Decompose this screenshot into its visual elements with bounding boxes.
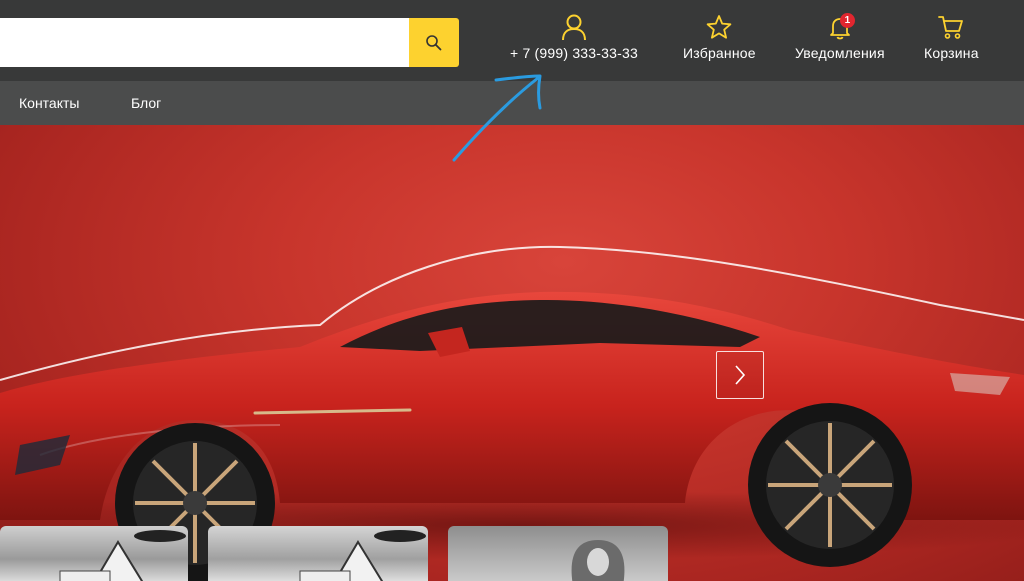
cart-icon	[936, 12, 966, 42]
search-icon	[426, 34, 442, 50]
chevron-right-icon	[735, 365, 746, 385]
notification-count-badge: 1	[839, 13, 855, 28]
header-contact[interactable]: + 7 (999) 333-33-33	[510, 12, 638, 61]
slider-next-button[interactable]	[716, 351, 764, 399]
notifications-label: Уведомления	[795, 45, 885, 61]
portrait-photo	[571, 540, 625, 581]
nav-item-contacts[interactable]: Контакты	[19, 95, 79, 111]
star-icon	[704, 12, 734, 42]
header-notifications[interactable]: 1 Уведомления	[795, 12, 885, 61]
warning-sign-photo	[299, 530, 426, 581]
main-nav: Контакты Блог	[0, 81, 1024, 125]
search-input[interactable]	[0, 18, 410, 67]
rear-wheel	[748, 403, 912, 567]
hero-banner	[0, 125, 1024, 581]
favorites-label: Избранное	[683, 45, 756, 61]
user-icon	[559, 12, 589, 42]
sports-car-image	[0, 245, 1024, 581]
promo-thumbnail-2[interactable]	[208, 526, 428, 581]
nav-item-blog[interactable]: Блог	[131, 95, 161, 111]
promo-thumbnail-3[interactable]	[448, 526, 668, 581]
top-header: + 7 (999) 333-33-33 Избранное 1 Уведомле…	[0, 0, 1024, 81]
header-cart[interactable]: Корзина	[924, 12, 979, 61]
bell-icon: 1	[825, 12, 855, 42]
promo-thumbnail-1[interactable]	[0, 526, 188, 581]
search-button[interactable]	[409, 18, 459, 67]
header-favorites[interactable]: Избранное	[683, 12, 756, 61]
contact-phone[interactable]: + 7 (999) 333-33-33	[510, 45, 638, 61]
warning-sign-photo	[59, 530, 186, 581]
cart-label: Корзина	[924, 45, 979, 61]
